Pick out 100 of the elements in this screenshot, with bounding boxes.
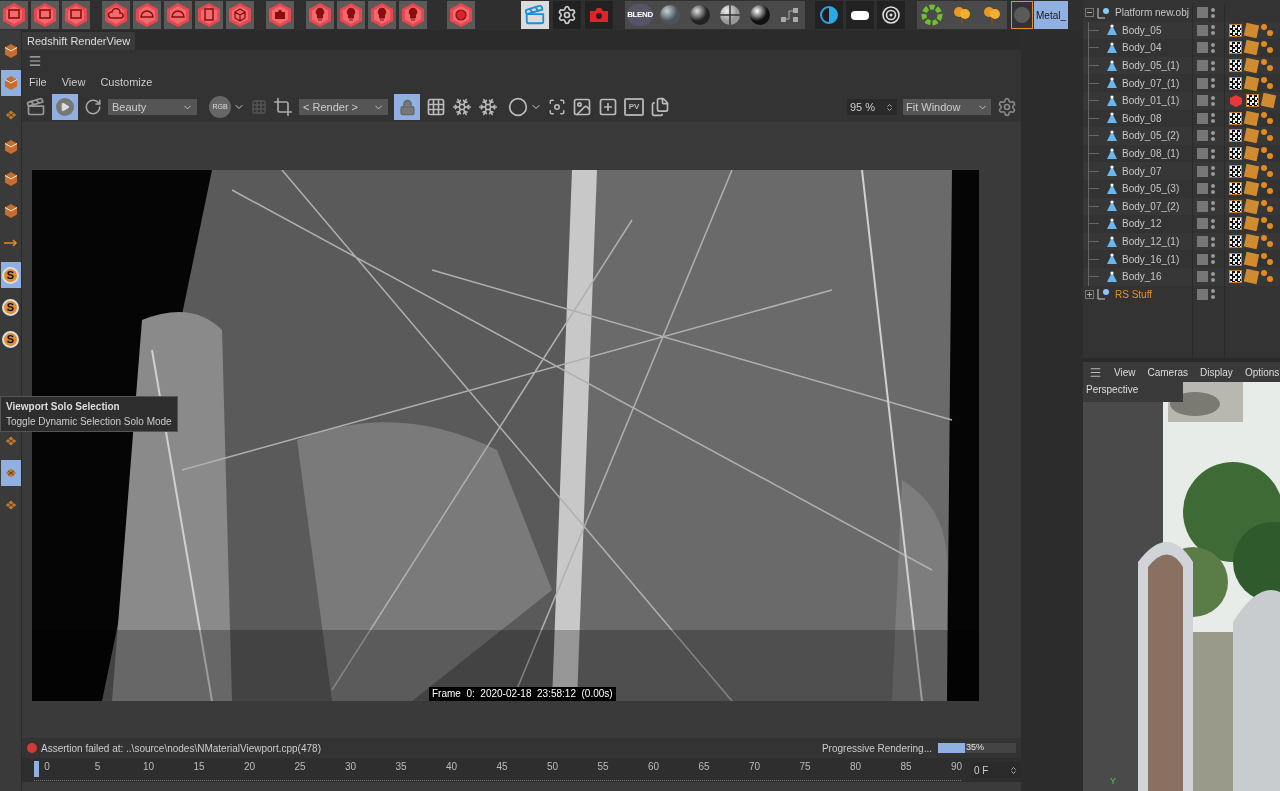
solo-icon[interactable]: S (0, 262, 21, 288)
expand-icon[interactable] (1085, 289, 1094, 299)
layer-toggle[interactable] (1197, 112, 1208, 124)
spheres-tag-icon[interactable] (1261, 217, 1273, 231)
visibility-dots[interactable] (1211, 166, 1215, 177)
checker-tag-icon[interactable] (1229, 235, 1242, 248)
spheres-tag-icon[interactable] (1261, 252, 1273, 266)
camera-icon[interactable] (585, 1, 613, 29)
visibility-dots[interactable] (1211, 95, 1215, 106)
visibility-dots[interactable] (1211, 113, 1215, 124)
checker-tag-icon[interactable] (1229, 182, 1242, 196)
spheres-tag-icon[interactable] (1261, 199, 1273, 213)
monitor-icon[interactable] (62, 1, 90, 29)
play-button[interactable] (52, 94, 78, 120)
object-name[interactable]: RS Stuff (1115, 286, 1153, 302)
target-icon[interactable] (877, 1, 905, 29)
material-thumbnail[interactable] (1011, 1, 1033, 29)
zoom-field[interactable]: 95 % (847, 99, 897, 115)
bulb-icon[interactable] (337, 1, 365, 29)
layer-toggle[interactable] (1197, 288, 1208, 300)
circle-icon[interactable] (447, 1, 475, 29)
snowflake-icon[interactable] (452, 97, 472, 117)
checker-tag-icon[interactable] (1229, 23, 1242, 37)
collapse-icon[interactable] (1085, 8, 1094, 18)
checker-tag-icon[interactable] (1229, 252, 1242, 266)
refresh-icon[interactable] (84, 98, 102, 116)
object-name[interactable]: Body_05_(3) (1122, 181, 1180, 197)
checker-tag-icon[interactable] (1229, 76, 1242, 90)
aov-dropdown[interactable]: Beauty (108, 99, 197, 115)
settings-icon[interactable] (553, 1, 581, 29)
texture-tag-icon[interactable] (1243, 163, 1260, 179)
visibility-dots[interactable] (1211, 289, 1215, 300)
object-name[interactable]: Body_05 (1122, 22, 1162, 38)
cloud-icon[interactable] (102, 1, 130, 29)
bulb-icon[interactable] (306, 1, 334, 29)
fit-dropdown[interactable]: Fit Window (903, 99, 991, 115)
cube-icon[interactable] (0, 70, 21, 96)
object-name[interactable]: Platform new.obj (1115, 5, 1189, 21)
camera-dropdown[interactable]: < Render > (299, 99, 388, 115)
visibility-dots[interactable] (1211, 25, 1215, 36)
texture-tag-icon[interactable] (1260, 93, 1277, 109)
texture-tag-icon[interactable] (1243, 22, 1260, 39)
layer-toggle[interactable] (1197, 24, 1208, 36)
checker-tag-icon[interactable] (1229, 217, 1242, 231)
spheres-tag-icon[interactable] (1261, 41, 1273, 55)
panel-tab[interactable]: Redshift RenderView (22, 32, 136, 50)
checker-tag-icon[interactable] (1246, 94, 1259, 108)
visibility-dots[interactable] (1211, 236, 1215, 247)
visibility-dots[interactable] (1211, 78, 1215, 89)
menu-item[interactable]: Options (1244, 364, 1280, 380)
lock-button[interactable] (394, 94, 420, 120)
files-icon[interactable] (650, 97, 670, 117)
image-icon[interactable] (572, 97, 592, 117)
circle-icon[interactable] (508, 97, 528, 117)
checker-tag-icon[interactable] (1229, 129, 1242, 143)
menu-item[interactable]: File (29, 73, 47, 91)
cube-icon[interactable] (226, 1, 254, 29)
bulb-icon[interactable] (368, 1, 396, 29)
texture-tag-icon[interactable] (1243, 181, 1260, 197)
layer-toggle[interactable] (1197, 95, 1208, 107)
spheres-tag-icon[interactable] (1261, 182, 1273, 196)
layer-toggle[interactable] (1197, 60, 1208, 72)
layer-toggle[interactable] (1197, 236, 1208, 247)
checker-tag-icon[interactable] (1229, 199, 1242, 213)
snowflake-icon[interactable] (478, 97, 498, 117)
texture-tag-icon[interactable] (1243, 145, 1260, 162)
crop-icon[interactable] (273, 97, 293, 117)
spheres-tag-icon[interactable] (1261, 147, 1273, 161)
visibility-dots[interactable] (1211, 148, 1215, 159)
spheres-tag-icon[interactable] (1261, 23, 1273, 37)
grid-icon[interactable] (426, 97, 446, 117)
menu-item[interactable]: Display (1200, 364, 1233, 380)
spheres-tag-icon[interactable] (1261, 76, 1273, 90)
texture-tag-icon[interactable] (1243, 198, 1260, 215)
object-name[interactable]: Body_08 (1122, 110, 1162, 126)
checker-tag-icon[interactable] (1229, 41, 1242, 55)
spinner-icon[interactable] (885, 102, 894, 112)
spheres-tag-icon[interactable] (1261, 59, 1273, 73)
texture-tag-icon[interactable] (1243, 75, 1260, 91)
menu-item[interactable]: View (61, 73, 86, 91)
visibility-dots[interactable] (1211, 218, 1215, 229)
layer-toggle[interactable] (1197, 77, 1208, 89)
bulb-icon[interactable] (399, 1, 427, 29)
texture-tag-icon[interactable] (1243, 233, 1260, 250)
pv-button[interactable]: PV (624, 98, 644, 116)
checker-tag-icon[interactable] (1229, 147, 1242, 161)
menu-item[interactable]: Cameras (1147, 364, 1189, 380)
visibility-dots[interactable] (1211, 271, 1215, 282)
layer-toggle[interactable] (1197, 42, 1208, 54)
menu-icon[interactable] (1089, 365, 1102, 379)
layer-toggle[interactable] (1197, 7, 1208, 19)
focus-icon[interactable] (548, 98, 566, 116)
menu-item[interactable]: Customize (100, 73, 153, 91)
object-name[interactable]: Body_16_(1) (1122, 251, 1180, 267)
visibility-dots[interactable] (1211, 254, 1215, 265)
menu-icon[interactable] (28, 54, 42, 68)
visibility-dots[interactable] (1211, 7, 1215, 18)
layer-toggle[interactable] (1197, 218, 1208, 230)
object-name[interactable]: Body_08_(1) (1122, 146, 1180, 162)
texture-tag-icon[interactable] (1243, 57, 1260, 74)
